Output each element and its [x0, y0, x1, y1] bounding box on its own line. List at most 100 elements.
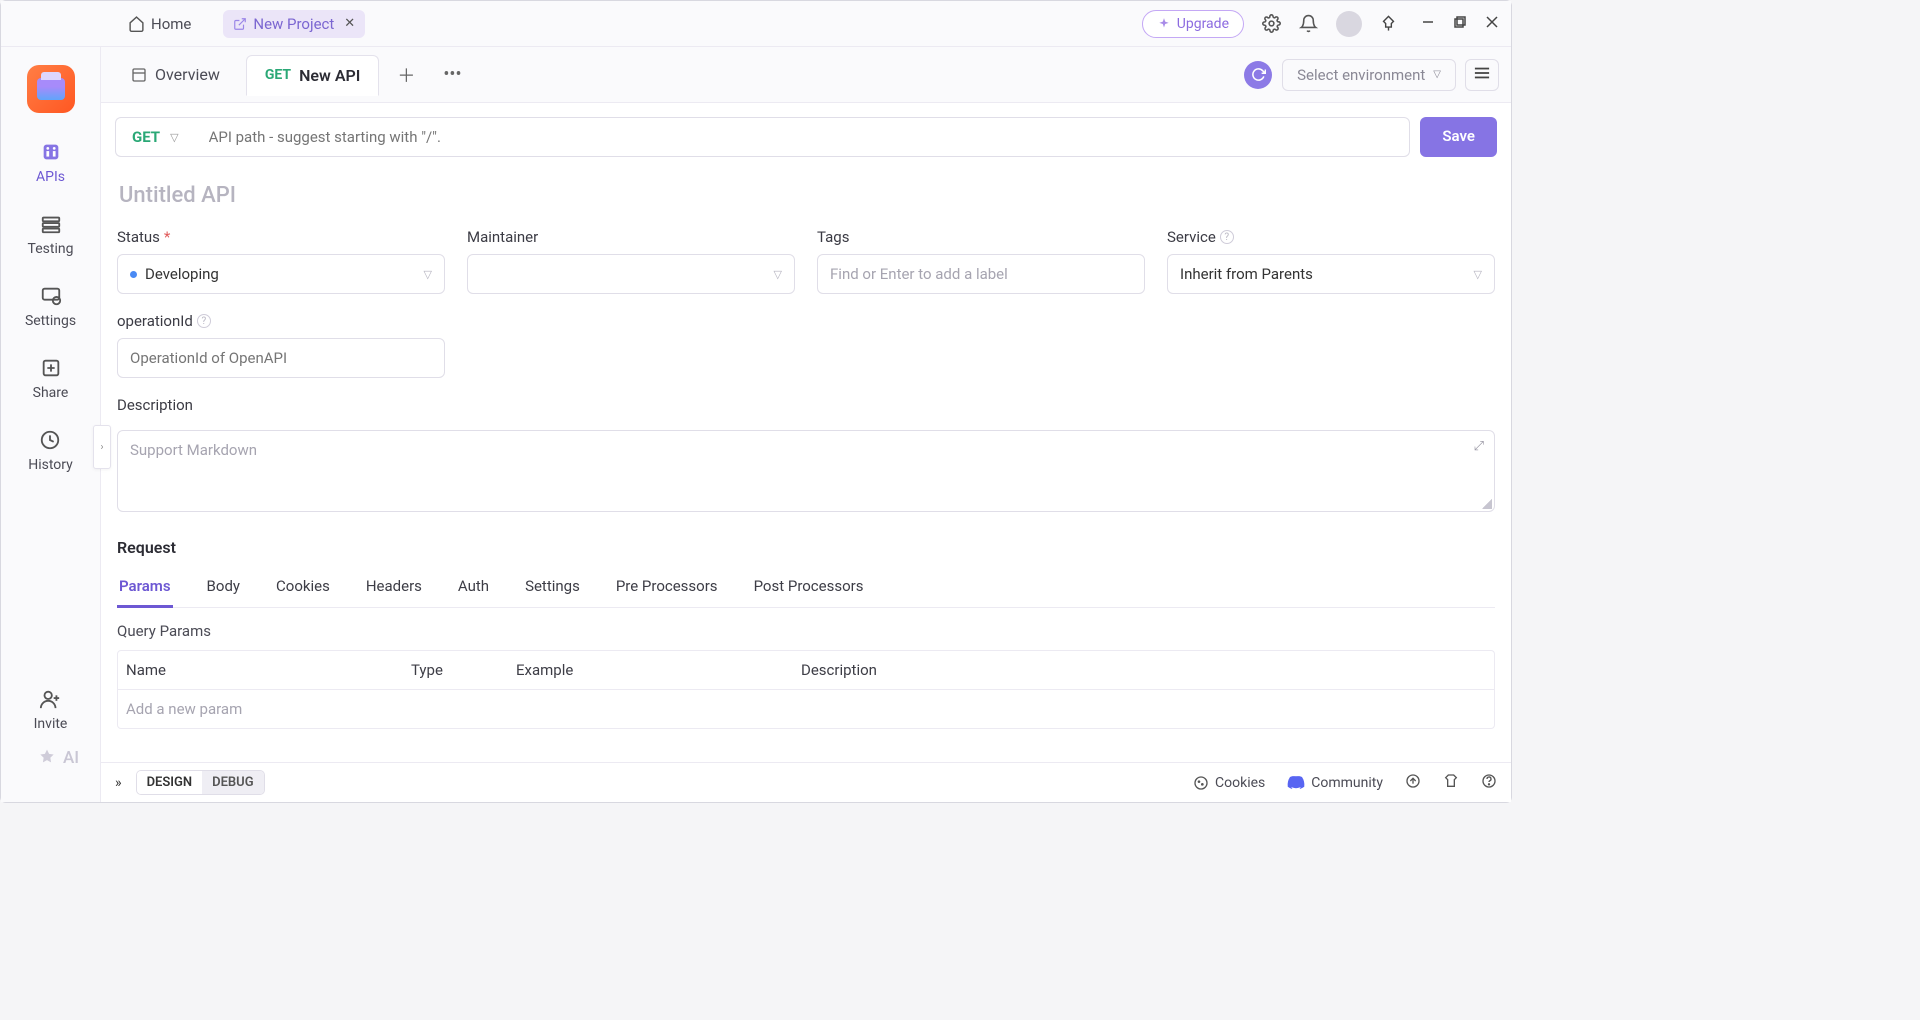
col-description: Description [801, 661, 1486, 679]
chevron-down-icon: ▽ [774, 268, 782, 281]
close-icon[interactable]: ✕ [344, 16, 355, 31]
req-tab-settings[interactable]: Settings [523, 567, 582, 607]
expand-panel-button[interactable]: » [115, 775, 122, 791]
field-description: Description Support Markdown ⤢ [117, 396, 1495, 512]
req-tab-cookies[interactable]: Cookies [274, 567, 332, 607]
help-icon[interactable] [1481, 773, 1497, 793]
titlebar-left: Home New Project ✕ [118, 9, 365, 39]
tags-input[interactable]: Find or Enter to add a label [817, 254, 1145, 294]
overview-icon [131, 67, 147, 83]
home-tab[interactable]: Home [118, 9, 201, 39]
req-tab-post[interactable]: Post Processors [752, 567, 866, 607]
environment-select[interactable]: Select environment ▽ [1282, 59, 1456, 91]
testing-icon [40, 213, 62, 235]
chevron-down-icon: ▽ [424, 268, 432, 281]
sidebar-label: Testing [28, 241, 74, 257]
tab-overview[interactable]: Overview [113, 55, 238, 94]
col-type: Type [411, 661, 516, 679]
footer: » DESIGN DEBUG Cookies Community [101, 762, 1511, 802]
refresh-icon [1251, 67, 1266, 82]
tab-label: New API [299, 66, 360, 85]
resize-handle[interactable] [1482, 499, 1492, 509]
label-service: Service ? [1167, 228, 1495, 246]
bell-icon[interactable] [1299, 14, 1318, 33]
section-request-title: Request [117, 538, 1495, 557]
field-maintainer: Maintainer ▽ [467, 228, 795, 294]
expand-icon[interactable]: ⤢ [1474, 439, 1484, 454]
maintainer-select[interactable]: ▽ [467, 254, 795, 294]
discord-icon [1287, 774, 1305, 792]
params-add-row[interactable]: Add a new param [118, 690, 1494, 728]
tab-more-button[interactable]: ••• [433, 56, 471, 93]
query-params-title: Query Params [117, 622, 1495, 640]
service-select[interactable]: Inherit from Parents ▽ [1167, 254, 1495, 294]
status-select[interactable]: Developing ▽ [117, 254, 445, 294]
refresh-button[interactable] [1244, 61, 1272, 89]
minimize-icon[interactable] [1421, 15, 1435, 33]
apis-icon [40, 141, 62, 163]
field-service: Service ? Inherit from Parents ▽ [1167, 228, 1495, 294]
sidebar-item-history[interactable]: History [28, 429, 73, 473]
history-icon [39, 429, 61, 451]
sidebar-item-testing[interactable]: Testing [28, 213, 74, 257]
req-tab-params[interactable]: Params [117, 567, 173, 608]
pin-icon[interactable] [1380, 15, 1397, 32]
sidebar-expand-toggle[interactable]: › [93, 425, 111, 469]
sidebar-item-share[interactable]: Share [33, 357, 69, 401]
sidebar-label: APIs [36, 169, 65, 185]
label-status: Status* [117, 228, 445, 246]
community-button[interactable]: Community [1287, 774, 1383, 792]
sidebar-item-apis[interactable]: APIs [36, 141, 65, 185]
info-icon[interactable]: ? [1220, 230, 1234, 244]
path-input[interactable] [195, 117, 1411, 157]
hamburger-icon [1474, 66, 1490, 80]
footer-right: Cookies Community [1193, 773, 1497, 793]
upgrade-button[interactable]: Upgrade [1142, 10, 1244, 38]
menu-button[interactable] [1465, 59, 1499, 91]
save-button[interactable]: Save [1420, 117, 1497, 157]
params-table: Name Type Example Description Add a new … [117, 650, 1495, 729]
api-name-input[interactable]: Untitled API [117, 177, 1495, 228]
status-value: Developing [145, 265, 219, 283]
label-operation-id: operationId ? [117, 312, 445, 330]
gear-icon[interactable] [1262, 14, 1281, 33]
close-window-icon[interactable] [1485, 15, 1499, 33]
operation-id-input[interactable] [117, 338, 445, 378]
req-tab-body[interactable]: Body [205, 567, 242, 607]
mode-debug[interactable]: DEBUG [202, 771, 263, 794]
cookie-icon [1193, 775, 1209, 791]
method-select[interactable]: GET ▽ [115, 117, 195, 157]
add-tab-button[interactable]: ＋ [387, 54, 425, 96]
upload-icon[interactable] [1405, 773, 1421, 793]
tab-label: Overview [155, 65, 220, 84]
req-tab-pre[interactable]: Pre Processors [614, 567, 720, 607]
mode-design[interactable]: DESIGN [137, 771, 203, 794]
cookies-button[interactable]: Cookies [1193, 775, 1265, 791]
sidebar-item-invite[interactable]: Invite [34, 688, 68, 732]
info-icon[interactable]: ? [197, 314, 211, 328]
home-icon [128, 15, 145, 32]
titlebar-right: Upgrade [1142, 10, 1499, 38]
form-row-1: Status* Developing ▽ Maintainer ▽ [117, 228, 1495, 294]
invite-icon [39, 688, 61, 710]
watermark: AI [37, 748, 79, 768]
maximize-icon[interactable] [1453, 15, 1467, 33]
app-window: Home New Project ✕ Upgrade [0, 0, 1512, 803]
avatar[interactable] [1336, 11, 1362, 37]
req-tab-auth[interactable]: Auth [456, 567, 491, 607]
params-table-header: Name Type Example Description [118, 651, 1494, 690]
req-tab-headers[interactable]: Headers [364, 567, 424, 607]
project-tab[interactable]: New Project ✕ [223, 10, 365, 38]
sidebar-item-settings[interactable]: Settings [25, 285, 76, 329]
tabs-right: Select environment ▽ [1244, 59, 1499, 91]
app-logo[interactable] [27, 65, 75, 113]
sidebar-label: History [28, 457, 73, 473]
shirt-icon[interactable] [1443, 773, 1459, 793]
tab-new-api[interactable]: GET New API [246, 55, 380, 96]
label-description: Description [117, 396, 1495, 414]
field-status: Status* Developing ▽ [117, 228, 445, 294]
add-param-placeholder: Add a new param [126, 700, 411, 718]
description-textarea[interactable]: Support Markdown ⤢ [117, 430, 1495, 512]
watermark-text: AI [63, 748, 79, 768]
external-link-icon [233, 17, 247, 31]
